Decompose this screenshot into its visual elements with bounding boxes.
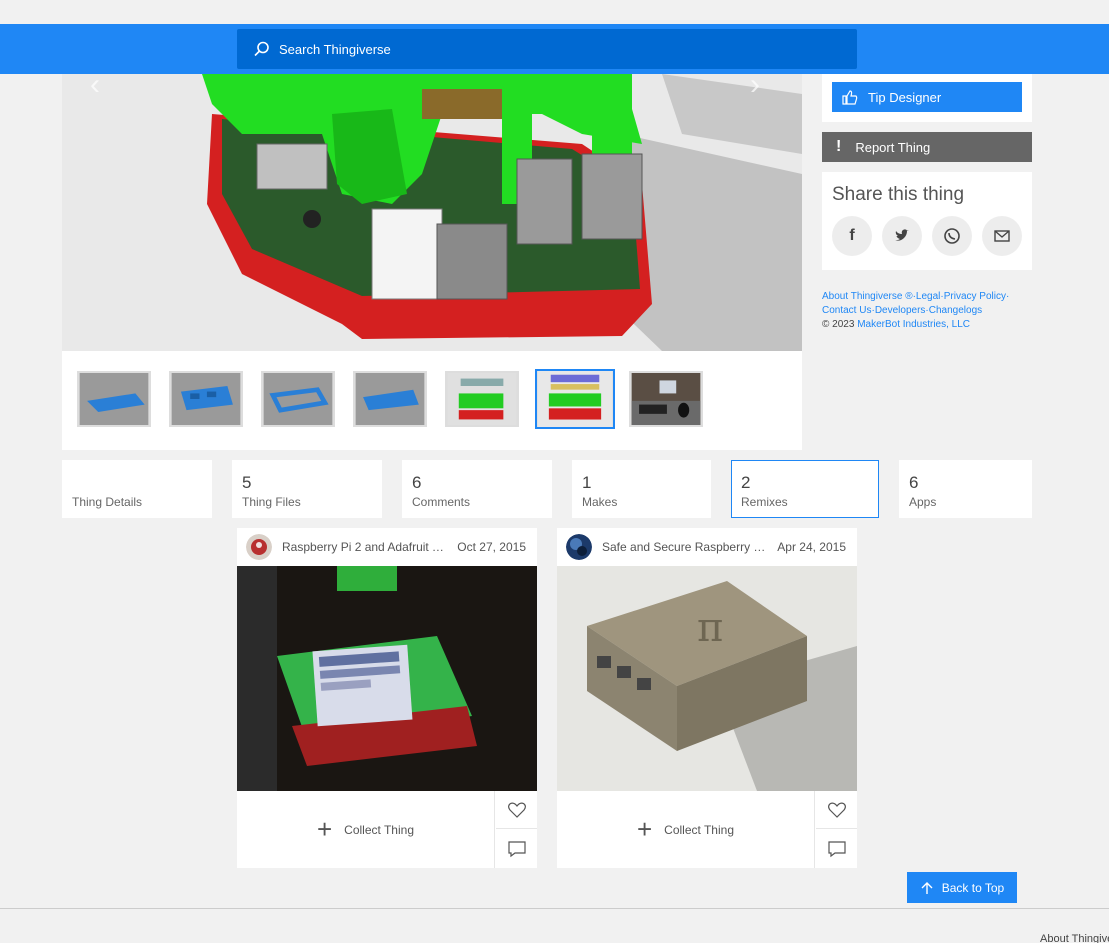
tab-count: 6 xyxy=(412,473,422,492)
plus-icon: + xyxy=(316,814,333,844)
tab-remixes[interactable]: 2 Remixes xyxy=(731,460,879,518)
heart-icon xyxy=(827,801,846,818)
tip-designer-label: Tip Designer xyxy=(868,89,942,105)
footer-about-link[interactable]: About Thingiverse xyxy=(1040,933,1109,943)
about-link[interactable]: About Thingiverse ® xyxy=(822,291,913,302)
report-thing-label: Report Thing xyxy=(855,139,931,155)
email-icon[interactable] xyxy=(982,216,1022,256)
search-input[interactable]: Search Thingiverse xyxy=(237,29,857,69)
tab-count: 1 xyxy=(582,473,592,492)
image-viewer: ‹ › xyxy=(62,74,802,450)
remix-card-header[interactable]: Safe and Secure Raspberry Pi Case Apr 24… xyxy=(557,528,857,566)
tab-comments[interactable]: 6 Comments xyxy=(402,460,552,518)
browser-top-strip xyxy=(0,0,1109,24)
comment-button[interactable] xyxy=(496,830,537,868)
thumbnail[interactable] xyxy=(353,371,427,427)
footer-divider xyxy=(0,908,1109,909)
tip-card: Tip Designer xyxy=(822,74,1032,122)
legal-link[interactable]: Legal xyxy=(916,291,940,302)
search-icon xyxy=(254,41,269,57)
like-button[interactable] xyxy=(496,791,537,829)
thumbnail[interactable] xyxy=(445,371,519,427)
back-to-top-button[interactable]: Back to Top xyxy=(907,872,1017,903)
copyright-text: © 2023 xyxy=(822,319,855,330)
remix-title[interactable]: Raspberry Pi 2 and Adafruit TFT Case xyxy=(282,540,446,554)
tab-label: Remixes xyxy=(741,495,788,509)
comment-icon xyxy=(507,841,526,858)
next-image-arrow[interactable]: › xyxy=(750,74,774,100)
whatsapp-icon[interactable] xyxy=(932,216,972,256)
developers-link[interactable]: Developers xyxy=(875,305,926,316)
remix-card: Safe and Secure Raspberry Pi Case Apr 24… xyxy=(557,528,857,868)
tab-label: Thing Files xyxy=(242,495,301,509)
share-title: Share this thing xyxy=(832,184,965,205)
collect-label: Collect Thing xyxy=(344,822,414,837)
avatar[interactable] xyxy=(246,534,272,560)
privacy-link[interactable]: Privacy Policy xyxy=(944,291,1006,302)
tab-label: Apps xyxy=(909,495,937,509)
remix-date: Oct 27, 2015 xyxy=(457,540,526,554)
facebook-icon[interactable]: f xyxy=(832,216,872,256)
remix-image[interactable] xyxy=(237,566,537,791)
tip-designer-button[interactable]: Tip Designer xyxy=(832,82,1022,112)
twitter-icon[interactable] xyxy=(882,216,922,256)
comment-icon xyxy=(827,841,846,858)
tab-thing-files[interactable]: 5 Thing Files xyxy=(232,460,382,518)
tab-thing-details[interactable]: Thing Details xyxy=(62,460,212,518)
contact-link[interactable]: Contact Us xyxy=(822,305,871,316)
search-placeholder: Search Thingiverse xyxy=(279,41,391,57)
exclamation-icon: ! xyxy=(836,138,842,155)
back-to-top-label: Back to Top xyxy=(941,880,1005,895)
comment-button[interactable] xyxy=(816,830,857,868)
tab-apps[interactable]: 6 Apps xyxy=(899,460,1032,518)
site-header: Search Thingiverse xyxy=(0,24,1109,74)
tab-label: Thing Details xyxy=(72,495,143,509)
collect-thing-button[interactable]: + Collect Thing xyxy=(237,791,495,868)
tab-label: Comments xyxy=(412,495,471,509)
like-button[interactable] xyxy=(816,791,857,829)
share-card: Share this thing f xyxy=(822,172,1032,270)
tab-count: 5 xyxy=(242,473,252,492)
remix-title[interactable]: Safe and Secure Raspberry Pi Case xyxy=(602,540,766,554)
collect-label: Collect Thing xyxy=(664,822,734,837)
sidebar-footer-links: About Thingiverse ®·Legal·Privacy Policy… xyxy=(822,290,1032,332)
report-thing-button[interactable]: ! Report Thing xyxy=(822,132,1032,162)
thumbnail[interactable] xyxy=(77,371,151,427)
thumbnail-active[interactable] xyxy=(535,369,615,429)
thumbnail-strip xyxy=(62,351,802,450)
remix-card: Raspberry Pi 2 and Adafruit TFT Case Oct… xyxy=(237,528,537,868)
thumbnail[interactable] xyxy=(629,371,703,427)
arrow-up-icon xyxy=(921,881,933,894)
heart-icon xyxy=(507,801,526,818)
thumbs-up-icon xyxy=(842,90,858,105)
changelogs-link[interactable]: Changelogs xyxy=(929,305,982,316)
case-render-image xyxy=(62,74,802,351)
tab-count: 6 xyxy=(909,473,919,492)
remix-date: Apr 24, 2015 xyxy=(777,540,846,554)
thumbnail[interactable] xyxy=(169,371,243,427)
link-separator: · xyxy=(1005,291,1010,302)
svg-text:π: π xyxy=(697,605,723,651)
plus-icon: + xyxy=(636,814,653,844)
tab-makes[interactable]: 1 Makes xyxy=(572,460,711,518)
main-image[interactable]: ‹ › xyxy=(62,74,802,351)
remix-image[interactable]: π xyxy=(557,566,857,791)
remix-card-header[interactable]: Raspberry Pi 2 and Adafruit TFT Case Oct… xyxy=(237,528,537,566)
collect-thing-button[interactable]: + Collect Thing xyxy=(557,791,815,868)
avatar[interactable] xyxy=(566,534,592,560)
tab-count: 2 xyxy=(741,473,751,492)
thumbnail[interactable] xyxy=(261,371,335,427)
tab-label: Makes xyxy=(582,495,618,509)
company-link[interactable]: MakerBot Industries, LLC xyxy=(857,319,970,330)
prev-image-arrow[interactable]: ‹ xyxy=(90,74,114,100)
